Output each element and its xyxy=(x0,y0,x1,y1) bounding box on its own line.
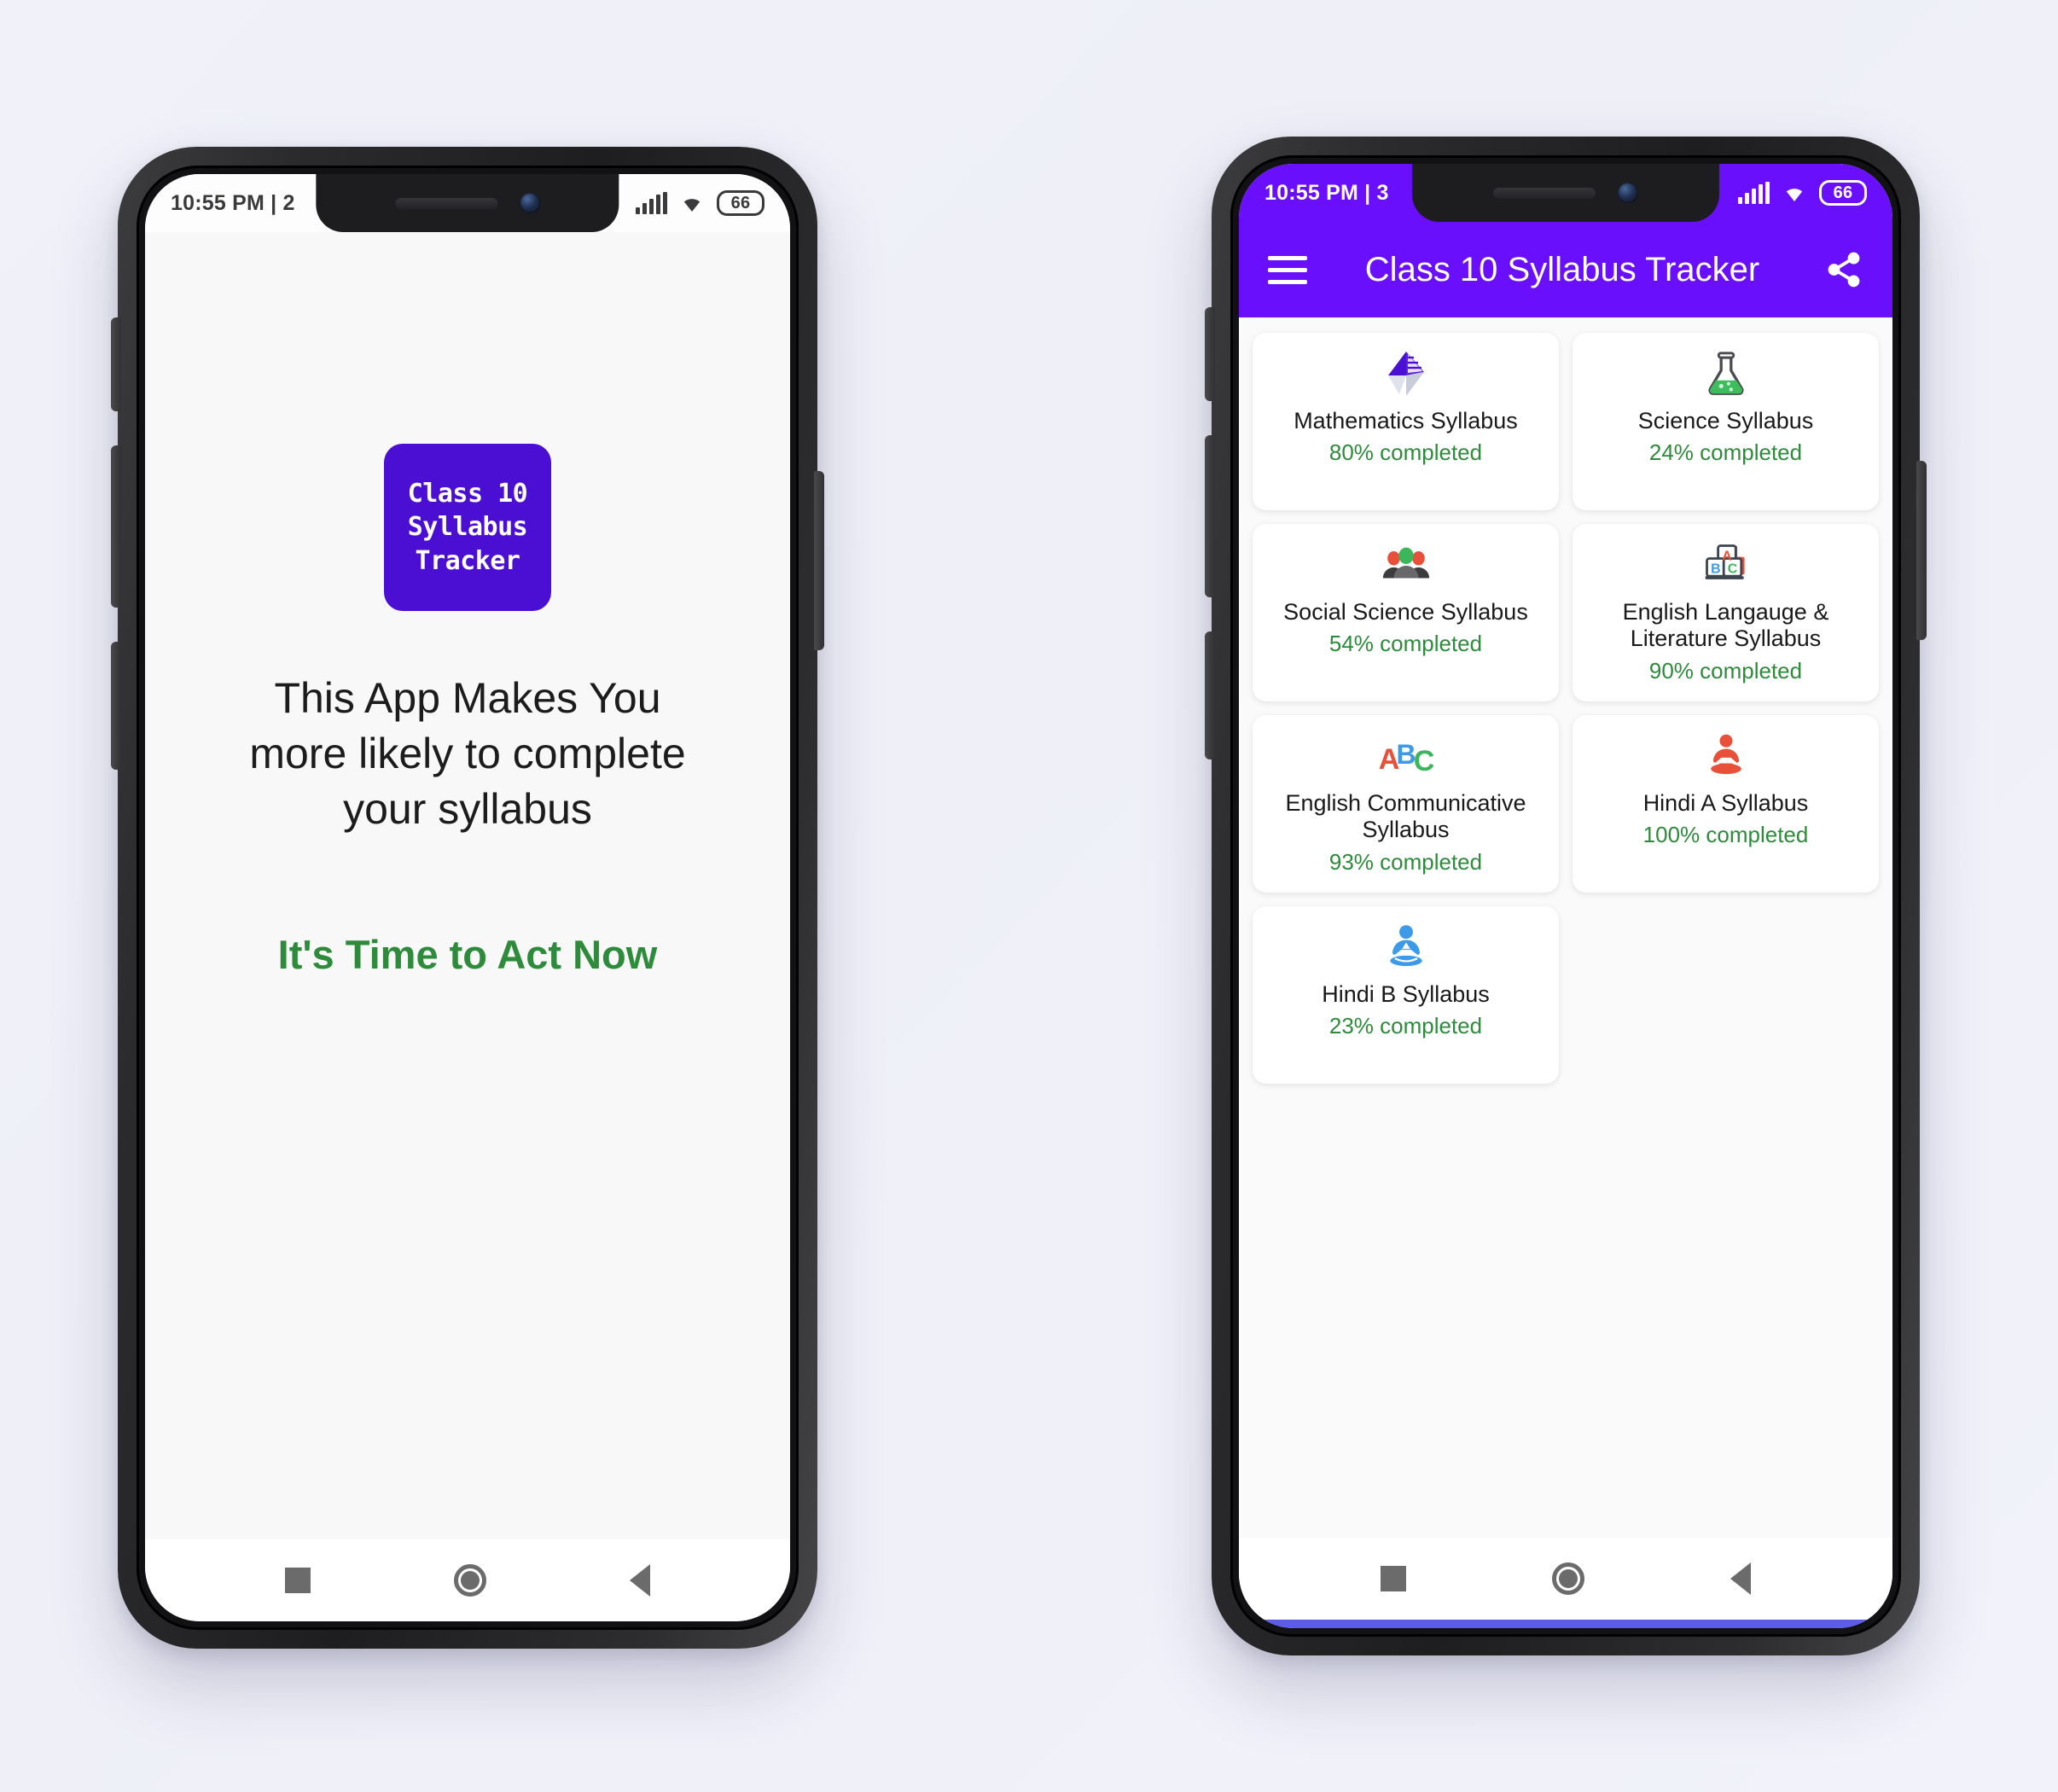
assistant-button-right[interactable] xyxy=(1205,631,1215,759)
card-title: Social Science Syllabus xyxy=(1283,599,1528,625)
card-title: Science Syllabus xyxy=(1637,408,1814,433)
recents-square-icon-right[interactable] xyxy=(1380,1566,1406,1591)
card-progress-text: 93% completed xyxy=(1328,848,1483,875)
power-button[interactable] xyxy=(814,471,824,650)
earpiece-speaker-icon xyxy=(395,197,497,209)
status-bar-time: 10:55 PM | 2 xyxy=(171,190,295,215)
card-progress-text: 100% completed xyxy=(1642,822,1809,848)
meditation-red-icon xyxy=(1700,727,1752,785)
card-title: Hindi A Syllabus xyxy=(1642,790,1809,816)
syllabus-card-science[interactable]: Science Syllabus 24% completed xyxy=(1573,333,1879,510)
phone-bezel-left: 10:55 PM | 2 66 Class 10 Syllabus Tracke… xyxy=(137,166,799,1630)
card-title: Hindi B Syllabus xyxy=(1322,981,1490,1007)
earpiece-speaker-icon-right xyxy=(1492,187,1596,199)
svg-text:C: C xyxy=(1413,745,1434,777)
app-bar-title: Class 10 Syllabus Tracker xyxy=(1364,250,1760,288)
card-progress-text: 24% completed xyxy=(1648,439,1803,466)
abc-blocks-icon: A B C xyxy=(1700,536,1752,594)
flask-icon xyxy=(1700,345,1753,403)
power-button-right[interactable] xyxy=(1916,461,1927,640)
card-title: English Langauge & Literature Syllabus xyxy=(1622,599,1829,652)
meditation-blue-icon xyxy=(1381,918,1432,976)
logo-line-3: Tracker xyxy=(415,545,520,576)
battery-icon: 66 xyxy=(717,190,764,216)
syllabus-card-english-language-literature[interactable]: A B C English Langauge & Literature Syll… xyxy=(1573,524,1879,701)
card-progress-text: 90% completed xyxy=(1648,657,1803,684)
home-circle-icon[interactable] xyxy=(454,1564,486,1597)
screenshot-canvas: 10:55 PM | 2 66 Class 10 Syllabus Tracke… xyxy=(0,0,2058,1792)
volume-up-button-right[interactable] xyxy=(1205,307,1215,401)
pyramid-prism-icon xyxy=(1379,345,1433,403)
back-triangle-icon-right[interactable] xyxy=(1730,1562,1752,1595)
logo-line-2: Syllabus xyxy=(407,512,528,543)
android-nav-bar-right xyxy=(1239,1538,1892,1620)
splash-cta-text: It's Time to Act Now xyxy=(277,932,658,977)
phone-screen-right: 10:55 PM | 3 66 Class 10 Syllabus Tracke… xyxy=(1239,164,1892,1628)
phone-bezel-right: 10:55 PM | 3 66 Class 10 Syllabus Tracke… xyxy=(1230,155,1901,1637)
back-triangle-icon[interactable] xyxy=(630,1564,650,1597)
syllabus-card-hindi-b[interactable]: Hindi B Syllabus 23% completed xyxy=(1253,906,1559,1084)
assistant-button[interactable] xyxy=(111,642,121,770)
card-progress-text: 54% completed xyxy=(1328,631,1483,657)
svg-text:B: B xyxy=(1711,561,1721,576)
abc-letters-icon: A B C xyxy=(1376,727,1436,785)
hamburger-menu-icon[interactable] xyxy=(1268,255,1307,284)
svg-text:C: C xyxy=(1727,561,1737,576)
syllabus-card-hindi-a[interactable]: Hindi A Syllabus 100% completed xyxy=(1573,715,1879,893)
card-progress-text: 80% completed xyxy=(1328,439,1483,466)
phone-device-right: 10:55 PM | 3 66 Class 10 Syllabus Tracke… xyxy=(1205,137,1927,1655)
device-notch-right xyxy=(1411,164,1720,222)
front-camera-icon-right xyxy=(1617,183,1638,203)
bottom-accent-strip xyxy=(1239,1620,1892,1628)
wifi-icon-right xyxy=(1782,182,1807,204)
device-notch-left xyxy=(316,174,619,232)
app-logo: Class 10 Syllabus Tracker xyxy=(384,444,551,611)
syllabus-card-english-communicative[interactable]: A B C English Communicative Syllabus 93%… xyxy=(1253,715,1559,893)
volume-down-button-right[interactable] xyxy=(1205,435,1215,597)
volume-up-button[interactable] xyxy=(111,317,121,411)
android-nav-bar-left xyxy=(145,1539,790,1621)
front-camera-icon xyxy=(520,193,540,213)
phone-screen-left: 10:55 PM | 2 66 Class 10 Syllabus Tracke… xyxy=(145,174,790,1621)
app-bar: Class 10 Syllabus Tracker xyxy=(1239,222,1892,317)
card-progress-text: 23% completed xyxy=(1328,1013,1483,1039)
syllabus-card-mathematics[interactable]: Mathematics Syllabus 80% completed xyxy=(1253,333,1559,510)
status-bar-time-right: 10:55 PM | 3 xyxy=(1264,180,1389,205)
syllabus-card-social-science[interactable]: Social Science Syllabus 54% completed xyxy=(1253,524,1559,701)
logo-line-1: Class 10 xyxy=(407,478,528,509)
people-group-icon xyxy=(1380,536,1433,594)
splash-tagline: This App Makes You more likely to comple… xyxy=(249,674,686,833)
splash-body: Class 10 Syllabus Tracker This App Makes… xyxy=(145,232,790,1539)
app-body-right: Class 10 Syllabus Tracker Mathematics Sy… xyxy=(1239,222,1892,1538)
card-title: Mathematics Syllabus xyxy=(1294,408,1518,433)
volume-down-button[interactable] xyxy=(111,445,121,608)
share-icon[interactable] xyxy=(1824,250,1863,289)
syllabus-card-grid: Mathematics Syllabus 80% completed Scien… xyxy=(1239,317,1892,1538)
wifi-icon xyxy=(679,192,705,214)
signal-bars-icon-right xyxy=(1738,182,1770,204)
signal-bars-icon xyxy=(636,192,667,214)
recents-square-icon[interactable] xyxy=(285,1568,311,1593)
home-circle-icon-right[interactable] xyxy=(1551,1562,1584,1595)
card-title: English Communicative Syllabus xyxy=(1285,790,1526,843)
phone-device-left: 10:55 PM | 2 66 Class 10 Syllabus Tracke… xyxy=(111,147,824,1649)
battery-icon-right: 66 xyxy=(1819,180,1867,206)
